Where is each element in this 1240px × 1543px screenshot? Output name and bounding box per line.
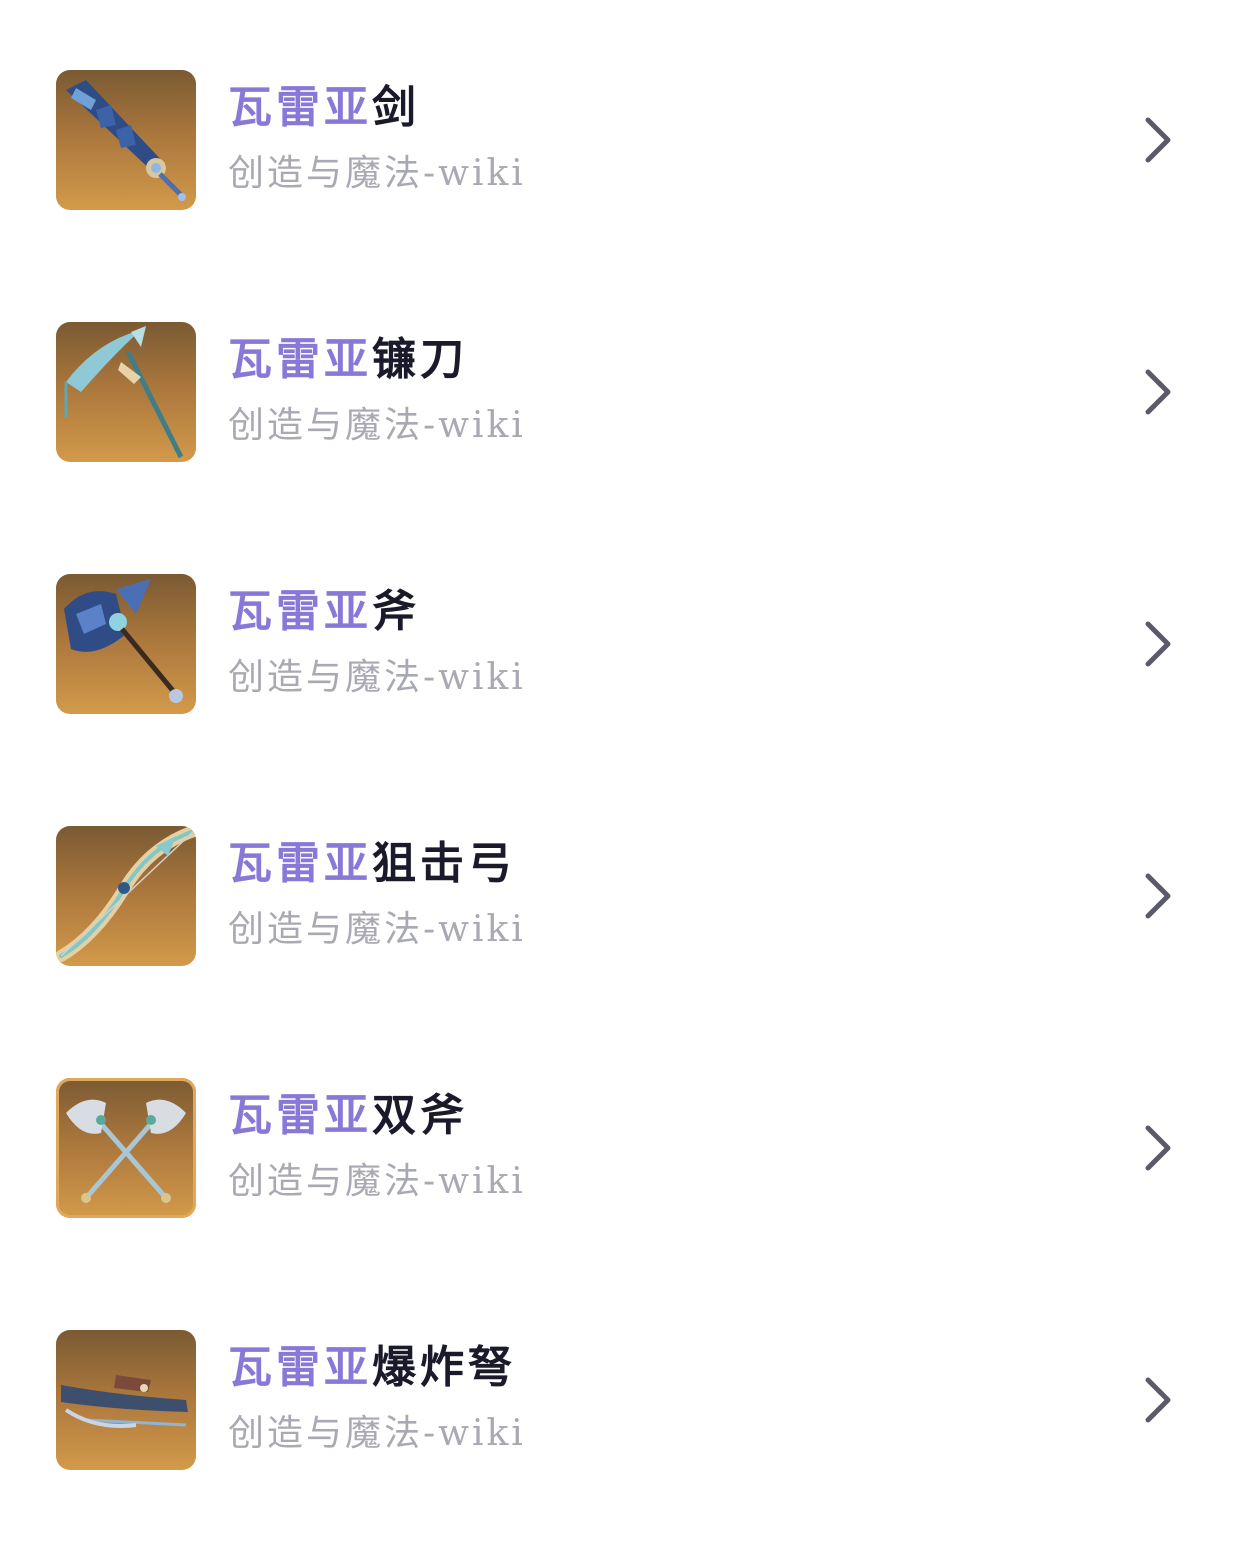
search-results-list: 瓦雷亚剑 创造与魔法-wiki 瓦雷亚镰刀 创造与魔法-wiki 瓦雷亚斧 创造… <box>0 0 1240 1543</box>
title-rest: 剑 <box>372 82 420 133</box>
title-highlight: 瓦雷亚 <box>228 1090 372 1141</box>
title-highlight: 瓦雷亚 <box>228 1342 372 1393</box>
result-item[interactable]: 瓦雷亚双斧 创造与魔法-wiki <box>0 1078 1240 1218</box>
scythe-thumbnail <box>56 322 196 462</box>
item-subtitle: 创造与魔法-wiki <box>228 405 526 446</box>
item-title: 瓦雷亚剑 <box>228 82 420 134</box>
chevron-right-icon <box>1138 1122 1178 1174</box>
dual-axes-thumbnail <box>56 1078 196 1218</box>
bow-thumbnail <box>56 826 196 966</box>
crossbow-thumbnail <box>56 1330 196 1470</box>
item-title: 瓦雷亚镰刀 <box>228 334 468 386</box>
axe-icon <box>64 579 183 703</box>
item-subtitle: 创造与魔法-wiki <box>228 1413 526 1454</box>
item-subtitle: 创造与魔法-wiki <box>228 657 526 698</box>
sword-thumbnail <box>56 70 196 210</box>
chevron-right-icon <box>1138 1374 1178 1426</box>
result-item[interactable]: 瓦雷亚狙击弓 创造与魔法-wiki <box>0 826 1240 966</box>
item-title: 瓦雷亚双斧 <box>228 1090 468 1142</box>
title-rest: 爆炸弩 <box>372 1342 516 1393</box>
title-highlight: 瓦雷亚 <box>228 82 372 133</box>
result-item[interactable]: 瓦雷亚爆炸弩 创造与魔法-wiki <box>0 1330 1240 1470</box>
dual-axes-icon <box>66 1099 186 1203</box>
title-rest: 双斧 <box>372 1090 468 1141</box>
title-highlight: 瓦雷亚 <box>228 838 372 889</box>
chevron-right-icon <box>1138 870 1178 922</box>
chevron-right-icon <box>1138 114 1178 166</box>
title-rest: 斧 <box>372 586 420 637</box>
sword-icon <box>66 80 186 201</box>
axe-thumbnail <box>56 574 196 714</box>
item-subtitle: 创造与魔法-wiki <box>228 153 526 194</box>
item-subtitle: 创造与魔法-wiki <box>228 909 526 950</box>
scythe-icon <box>64 326 184 459</box>
item-subtitle: 创造与魔法-wiki <box>228 1161 526 1202</box>
chevron-right-icon <box>1138 366 1178 418</box>
item-title: 瓦雷亚斧 <box>228 586 420 638</box>
item-title: 瓦雷亚狙击弓 <box>228 838 516 890</box>
result-item[interactable]: 瓦雷亚斧 创造与魔法-wiki <box>0 574 1240 714</box>
title-highlight: 瓦雷亚 <box>228 334 372 385</box>
title-highlight: 瓦雷亚 <box>228 586 372 637</box>
bow-icon <box>56 826 196 962</box>
result-item[interactable]: 瓦雷亚镰刀 创造与魔法-wiki <box>0 322 1240 462</box>
result-item[interactable]: 瓦雷亚剑 创造与魔法-wiki <box>0 70 1240 210</box>
crossbow-icon <box>61 1375 188 1428</box>
item-title: 瓦雷亚爆炸弩 <box>228 1342 516 1394</box>
title-rest: 狙击弓 <box>372 838 516 889</box>
title-rest: 镰刀 <box>372 334 468 385</box>
chevron-right-icon <box>1138 618 1178 670</box>
